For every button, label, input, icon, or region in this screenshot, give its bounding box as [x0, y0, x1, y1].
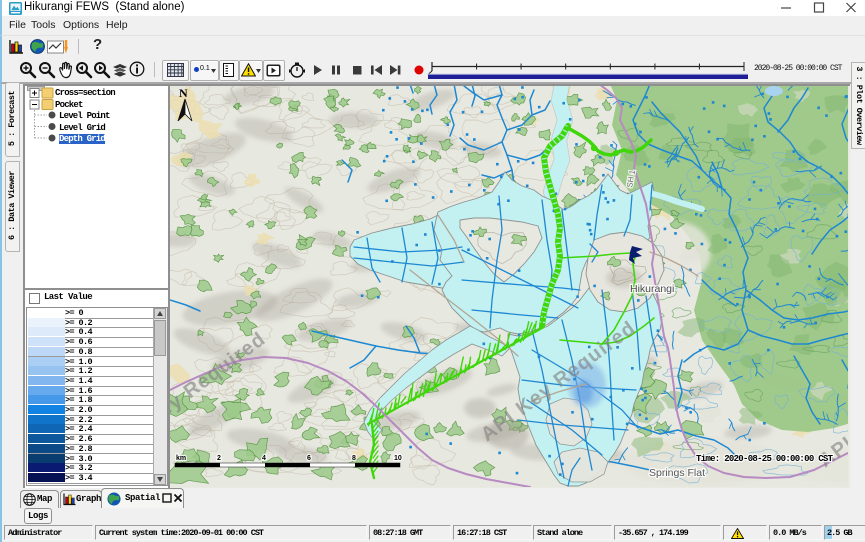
svg-text:10: 10	[394, 455, 402, 462]
svg-text:2: 2	[217, 455, 221, 462]
svg-text:km: km	[176, 455, 186, 462]
svg-text:Time: 2020-08-25 00:00:00 CST: Time: 2020-08-25 00:00:00 CST	[696, 454, 834, 464]
svg-text:N: N	[179, 86, 188, 100]
svg-text:8: 8	[352, 455, 356, 462]
svg-text:Springs Flat: Springs Flat	[649, 467, 705, 479]
svg-text:Hikurangi: Hikurangi	[630, 283, 674, 295]
svg-text:4: 4	[262, 455, 266, 462]
svg-text:6: 6	[307, 455, 311, 462]
